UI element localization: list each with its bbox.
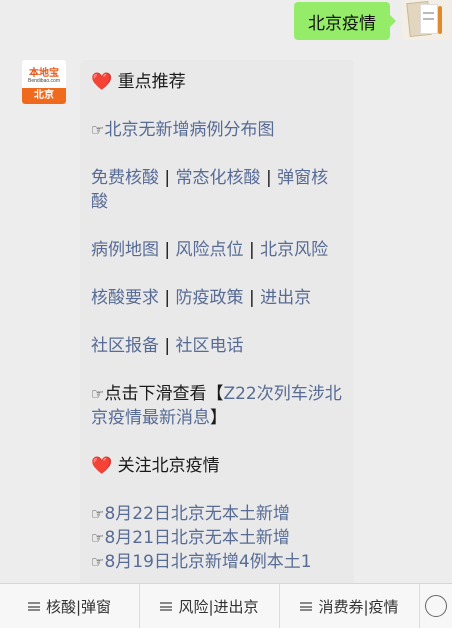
link-beijing-risk[interactable]: 北京风险	[260, 240, 328, 260]
pointing-hand-icon: ☞	[91, 529, 105, 547]
menu-list-icon	[160, 601, 173, 611]
news-list: ☞8月22日北京无本土新增 ☞8月21日北京无本土新增 ☞8月19日北京新增4例…	[91, 502, 344, 574]
link-row: 核酸要求 | 防疫政策 | 进出京	[91, 286, 344, 310]
pointing-hand-icon: ☞	[91, 505, 105, 523]
menu-item-coupon[interactable]: 消费券|疫情	[280, 584, 420, 628]
account-logo-url: Bendibao.com	[28, 78, 60, 84]
account-logo-text: 本地宝	[29, 68, 59, 79]
link-community-phone[interactable]: 社区电话	[176, 336, 244, 356]
menu-label: 风险|进出京	[178, 597, 259, 616]
heart-icon: ❤️	[91, 456, 113, 476]
heading-recommend: ❤️ 重点推荐	[91, 70, 344, 94]
page-line	[423, 12, 434, 14]
menu-item-risk[interactable]: 风险|进出京	[140, 584, 280, 628]
news-item: ☞8月19日北京新增4例本土1	[91, 550, 344, 574]
link-test-requirements[interactable]: 核酸要求	[91, 288, 159, 308]
link-community-report[interactable]: 社区报备	[91, 336, 159, 356]
separator: |	[159, 336, 176, 356]
link-travel[interactable]: 进出京	[260, 288, 311, 308]
link-case-map-2[interactable]: 病例地图	[91, 240, 159, 260]
link-line: ☞北京无新增病例分布图	[91, 118, 344, 142]
separator: |	[159, 240, 176, 260]
separator: |	[243, 288, 261, 308]
heading-label: 重点推荐	[117, 72, 186, 92]
sent-message-text: 北京疫情	[308, 13, 376, 34]
separator: |	[243, 240, 261, 260]
news-item: ☞8月21日北京无本土新增	[91, 526, 344, 550]
news-item: ☞8月22日北京无本土新增	[91, 502, 344, 526]
link-free-test[interactable]: 免费核酸	[91, 168, 159, 188]
account-logo-city: 北京	[22, 88, 66, 104]
menu-item-test[interactable]: 核酸|弹窗	[0, 584, 140, 628]
heart-icon: ❤️	[91, 72, 113, 92]
pointing-hand-icon: ☞	[91, 385, 105, 403]
account-avatar[interactable]: 本地宝 Bendibao.com 北京	[22, 60, 66, 104]
menu-list-icon	[27, 601, 40, 611]
sent-message-bubble[interactable]: 北京疫情	[294, 2, 396, 40]
promo-line: ☞点击下滑查看【Z22次列车涉北京疫情最新消息】	[91, 382, 344, 430]
link-row: 免费核酸 | 常态化核酸 | 弹窗核酸	[91, 166, 344, 214]
keyboard-toggle-button[interactable]	[420, 584, 452, 628]
heading-label: 关注北京疫情	[117, 456, 220, 476]
bottom-menu-bar: 核酸|弹窗 风险|进出京 消费券|疫情	[0, 583, 452, 628]
link-row: 社区报备 | 社区电话	[91, 334, 344, 358]
pen-image	[438, 6, 442, 34]
keyboard-icon	[425, 595, 447, 617]
separator: |	[260, 168, 278, 188]
heading-follow: ❤️ 关注北京疫情	[91, 454, 344, 478]
menu-list-icon	[300, 601, 313, 611]
menu-label: 核酸|弹窗	[45, 597, 112, 616]
link-policy[interactable]: 防疫政策	[176, 288, 244, 308]
link-row: 病例地图 | 风险点位 | 北京风险	[91, 238, 344, 262]
user-avatar[interactable]	[402, 0, 450, 40]
news-link[interactable]: 8月19日北京新增4例本土1	[104, 552, 311, 572]
page-line	[423, 18, 434, 20]
link-risk-points[interactable]: 风险点位	[176, 240, 244, 260]
link-case-map[interactable]: 北京无新增病例分布图	[104, 120, 274, 140]
pointing-hand-icon: ☞	[91, 121, 105, 139]
received-message-bubble: ❤️ 重点推荐 ☞北京无新增病例分布图 免费核酸 | 常态化核酸 | 弹窗核酸 …	[80, 60, 354, 600]
promo-prefix: 点击下滑查看【	[104, 384, 224, 404]
link-routine-test[interactable]: 常态化核酸	[176, 168, 261, 188]
separator: |	[159, 288, 176, 308]
separator: |	[159, 168, 176, 188]
news-link[interactable]: 8月21日北京无本土新增	[104, 528, 289, 548]
menu-label: 消费券|疫情	[318, 597, 399, 616]
pointing-hand-icon: ☞	[91, 553, 105, 571]
promo-suffix: 】	[210, 408, 227, 428]
news-link[interactable]: 8月22日北京无本土新增	[104, 504, 289, 524]
